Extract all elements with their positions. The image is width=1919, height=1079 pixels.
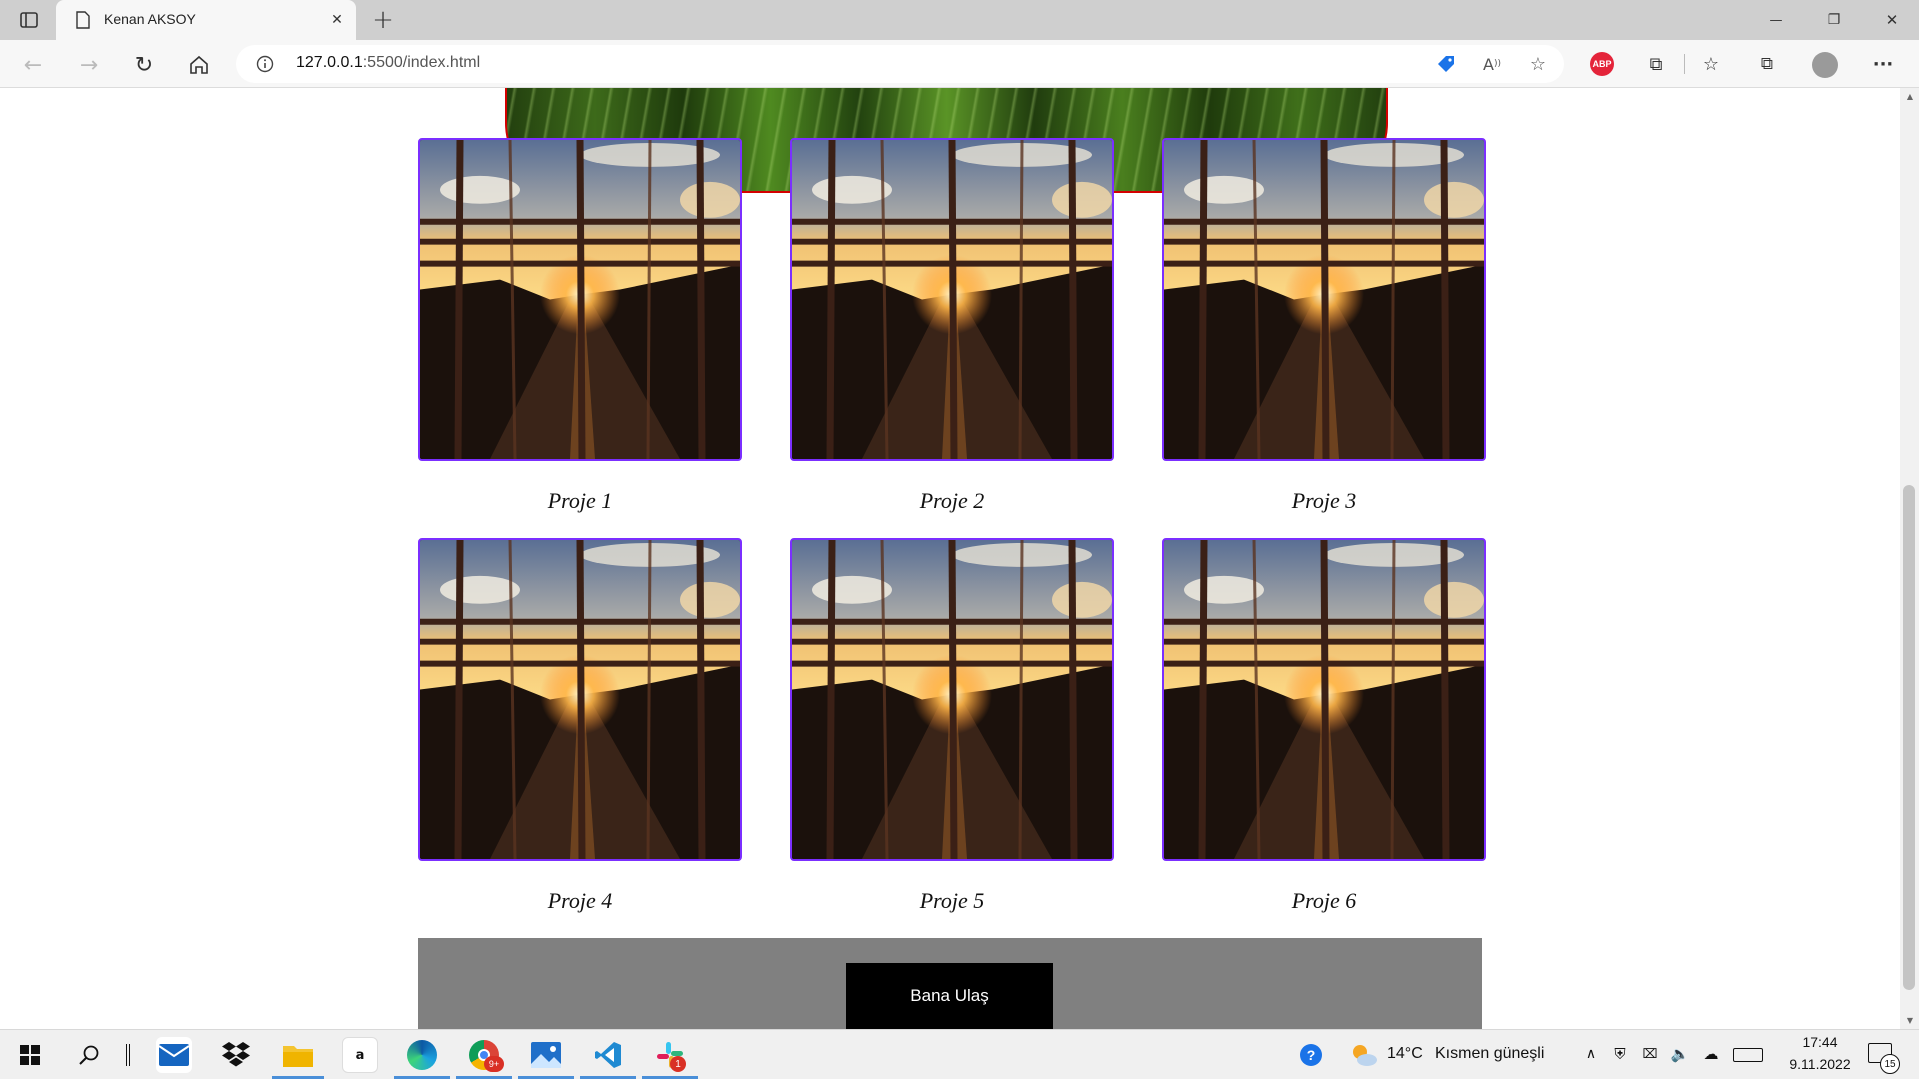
read-aloud-icon[interactable]: A)) [1480, 52, 1504, 76]
network-icon[interactable]: ⌧ [1640, 1043, 1660, 1065]
browser-tab-bar: Kenan AKSOY ✕ + — ❐ ✕ [0, 0, 1919, 40]
vscode-icon[interactable] [590, 1037, 626, 1073]
tab-active[interactable]: Kenan AKSOY ✕ [56, 0, 356, 40]
clock-time[interactable]: 17:44 [1790, 1034, 1850, 1050]
toolbar-right: ABP ⧉ ☆ ⧉ ··· [1580, 40, 1919, 88]
windows-start-icon[interactable] [20, 1045, 40, 1065]
dropbox-icon[interactable] [218, 1037, 254, 1073]
project-image[interactable] [1162, 138, 1486, 461]
restore-button[interactable]: ❐ [1814, 8, 1854, 32]
address-bar[interactable]: 127.0.0.1:5500/index.html A)) ☆ [236, 45, 1564, 83]
url-path: :5500/index.html [362, 54, 481, 71]
project-card[interactable]: Proje 6 [1162, 538, 1486, 918]
project-caption: Proje 5 [919, 888, 985, 913]
onedrive-icon[interactable]: ☁ [1700, 1043, 1722, 1065]
help-icon[interactable]: ? [1300, 1044, 1322, 1066]
scroll-up-arrow[interactable]: ▲ [1904, 90, 1916, 102]
adblock-icon[interactable]: ABP [1590, 52, 1614, 76]
menu-icon[interactable]: ··· [1870, 52, 1896, 76]
project-caption: Proje 3 [1291, 488, 1357, 513]
security-icon[interactable]: ⛨ [1610, 1043, 1630, 1065]
search-icon[interactable] [78, 1044, 100, 1066]
tray-chevron-icon[interactable]: ∧ [1582, 1043, 1600, 1065]
back-icon[interactable]: ← [20, 52, 46, 78]
volume-icon[interactable]: 🔈 [1670, 1043, 1690, 1065]
photos-icon[interactable] [528, 1037, 564, 1073]
toolbar-divider [1684, 54, 1685, 74]
profile-avatar[interactable] [1812, 52, 1838, 78]
project-image[interactable] [1162, 538, 1486, 861]
project-caption: Proje 6 [1291, 888, 1357, 913]
keyboard-icon[interactable] [1733, 1048, 1763, 1062]
slack-badge: 1 [670, 1056, 686, 1072]
file-explorer-icon[interactable] [280, 1037, 316, 1073]
project-caption: Proje 1 [547, 488, 613, 513]
home-icon[interactable] [186, 52, 212, 78]
project-image[interactable] [790, 138, 1114, 461]
project-image[interactable] [418, 538, 742, 861]
project-card[interactable]: Proje 1 [418, 138, 742, 518]
url-host: 127.0.0.1 [296, 54, 363, 71]
new-tab-button[interactable]: + [368, 5, 398, 35]
project-image[interactable] [418, 138, 742, 461]
scroll-down-arrow[interactable]: ▼ [1904, 1014, 1916, 1026]
project-card[interactable]: Proje 4 [418, 538, 742, 918]
project-card[interactable]: Proje 2 [790, 138, 1114, 518]
page-viewport: Proje 1 Proje 2 Proje 3 Proje 4 Proje 5 Proje… [0, 88, 1900, 1029]
amazon-icon[interactable]: a [342, 1037, 378, 1073]
refresh-icon[interactable]: ↻ [131, 52, 157, 78]
collections-icon[interactable]: ⧉ [1755, 52, 1779, 76]
clock-date[interactable]: 9.11.2022 [1776, 1056, 1864, 1072]
scrollbar-thumb[interactable] [1903, 485, 1915, 990]
project-card[interactable]: Proje 5 [790, 538, 1114, 918]
edge-icon[interactable] [404, 1037, 440, 1073]
task-view-icon[interactable] [126, 1044, 130, 1066]
mail-icon[interactable] [156, 1037, 192, 1073]
page-icon [74, 9, 92, 31]
minimize-button[interactable]: — [1756, 8, 1796, 32]
weather-icon[interactable] [1350, 1042, 1378, 1068]
project-caption: Proje 2 [919, 488, 985, 513]
url-text: 127.0.0.1:5500/index.html [296, 54, 480, 72]
chrome-badge: 9+ [484, 1056, 504, 1072]
add-favorite-icon[interactable]: ☆ [1526, 52, 1550, 76]
contact-button[interactable]: Bana Ulaş [846, 963, 1053, 1029]
project-image[interactable] [790, 538, 1114, 861]
extensions-icon[interactable]: ⧉ [1644, 52, 1668, 76]
site-info-icon[interactable] [254, 53, 276, 75]
favorites-icon[interactable]: ☆ [1699, 52, 1723, 76]
tag-icon[interactable] [1436, 54, 1456, 74]
forward-icon[interactable]: → [76, 52, 102, 78]
tab-title: Kenan AKSOY [104, 11, 196, 27]
tab-actions-icon[interactable] [18, 9, 40, 31]
tab-close-icon[interactable]: ✕ [326, 9, 348, 31]
project-card[interactable]: Proje 3 [1162, 138, 1486, 518]
windows-taskbar: a 9+ 1 ? 14°C Kısmen güneşli ∧ ⛨ ⌧ 🔈 ☁ 1… [0, 1029, 1919, 1079]
weather-text: Kısmen güneşli [1435, 1045, 1545, 1062]
close-window-button[interactable]: ✕ [1872, 8, 1912, 32]
weather-temp: 14°C [1387, 1045, 1423, 1062]
project-caption: Proje 4 [547, 888, 613, 913]
notification-count: 15 [1880, 1054, 1900, 1074]
